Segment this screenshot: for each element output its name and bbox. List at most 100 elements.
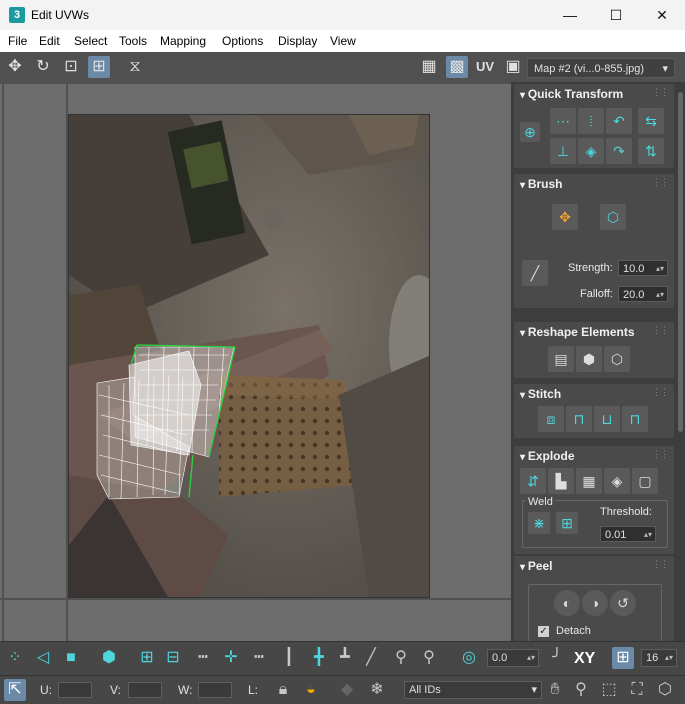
uv-axis-button[interactable]: UV [474,56,496,78]
scrollbar-thumb[interactable] [678,92,683,432]
rotate-icon[interactable]: ↻ [32,56,54,78]
panel-scrollbar[interactable] [677,82,685,641]
align-center-icon[interactable]: ⊕ [520,122,540,142]
falloff-type-icon[interactable]: ╯ [546,647,568,669]
weld-target-icon[interactable]: ⊞ [556,512,578,534]
align-grid-icon[interactable]: ◈ [578,138,604,164]
show-map-icon[interactable]: ▩ [446,56,468,78]
stitch-to-source-icon[interactable]: ⊓ [622,406,648,432]
minimize-button[interactable]: — [547,0,593,30]
pan-hand-icon[interactable]: ✋︎ [544,679,566,701]
weld-selected-icon[interactable]: ⋇ [528,512,550,534]
drag-handle-icon[interactable]: ⋮⋮ [652,177,669,188]
flatten-by-polygon-icon[interactable]: ▦ [576,468,602,494]
lock-icon[interactable]: 🔒︎ [272,679,294,701]
paint-shrink-icon[interactable]: ⚲ [418,647,440,669]
flatten-by-material-icon[interactable]: ▢ [632,468,658,494]
freeze-icon[interactable]: ❄ [366,679,388,701]
brush-title[interactable]: Brush [520,177,563,191]
peel-title[interactable]: Peel [520,559,553,573]
freeform-icon[interactable]: ⊞ [88,56,110,78]
zoom-extents-icon[interactable]: ⛶ [626,679,648,701]
spinner-arrows-icon[interactable]: ▴▾ [665,650,673,666]
id-filter-dropdown[interactable]: All IDs ▾ [404,681,542,699]
break-icon[interactable]: ⇵ [520,468,546,494]
ring-grow-icon[interactable]: ╋ [308,647,330,669]
align-vertical-icon[interactable]: ⦙ [578,108,604,134]
hide-icon[interactable]: ◒ [300,679,322,701]
menu-view[interactable]: View [330,34,356,48]
scale-icon[interactable]: ⊡ [60,56,82,78]
grow-selection-icon[interactable]: ⊞ [136,647,158,669]
ring-shrink-icon[interactable]: ┻ [334,647,356,669]
zoom-region-icon[interactable]: ⬚ [598,679,620,701]
zoom-icon[interactable]: ⚲ [570,679,592,701]
loop-grow-icon[interactable]: ✛ [220,647,242,669]
relax-brush-icon[interactable]: ⬡ [600,204,626,230]
map-settings-icon[interactable]: ▣ [502,56,524,78]
falloff-curve-icon[interactable]: ╱ [522,260,548,286]
xy-axis-button[interactable]: XY [574,650,595,668]
menu-tools[interactable]: Tools [119,34,147,48]
menu-file[interactable]: File [8,34,27,48]
reset-peel-icon[interactable]: ↺ [610,590,636,616]
paint-grow-icon[interactable]: ⚲ [390,647,412,669]
w-field[interactable] [198,682,232,698]
face-select-icon[interactable]: ■ [60,647,82,669]
drag-handle-icon[interactable]: ⋮⋮ [652,559,669,570]
stitch-to-target-icon[interactable]: ⊓ [566,406,592,432]
spinner-arrows-icon[interactable]: ▴▾ [656,261,664,277]
map-select-dropdown[interactable]: Map #2 (vi...0-855.jpg) ▾ [527,58,675,78]
zoom-selected-icon[interactable]: ⬡ [654,679,676,701]
spinner-arrows-icon[interactable]: ▴▾ [527,650,535,666]
drag-handle-icon[interactable]: ⋮⋮ [652,87,669,98]
loop-select-icon[interactable]: ┅ [192,647,214,669]
mirror-icon[interactable]: ⧖ [124,56,146,78]
spinner-arrows-icon[interactable]: ▴▾ [656,287,664,303]
menu-mapping[interactable]: Mapping [160,34,206,48]
checker-pattern-icon[interactable]: ▦ [418,56,440,78]
falloff-spinner[interactable]: 20.0 ▴▾ [618,286,668,302]
align-horizontal-icon[interactable]: ⋯ [550,108,576,134]
show-icon[interactable]: ◆ [336,679,358,701]
paint-move-icon[interactable]: ✥ [552,204,578,230]
spinner-arrows-icon[interactable]: ▴▾ [644,527,652,543]
soft-selection-icon[interactable]: ◎ [458,647,480,669]
grid-snap-icon[interactable]: ⊞ [612,647,634,669]
flatten-by-smoothing-icon[interactable]: ◈ [604,468,630,494]
relax-settings-icon[interactable]: ⬡ [604,346,630,372]
menu-display[interactable]: Display [278,34,317,48]
detach-checkbox[interactable]: ✓ [538,626,549,637]
maximize-button[interactable]: ☐ [593,0,639,30]
element-select-icon[interactable]: ⬢ [98,647,120,669]
edge-select-icon[interactable]: ◁ [32,647,54,669]
stitch-average-icon[interactable]: ⊔ [594,406,620,432]
threshold-spinner[interactable]: 0.01 ▴▾ [600,526,656,542]
space-vertical-icon[interactable]: ⇅ [638,138,664,164]
rotate-ccw-icon[interactable]: ↶ [606,108,632,134]
paint-select-icon[interactable]: ╱ [360,647,382,669]
loop-shrink-icon[interactable]: ┅ [248,647,270,669]
u-field[interactable] [58,682,92,698]
drag-handle-icon[interactable]: ⋮⋮ [652,449,669,460]
stitch-title[interactable]: Stitch [520,387,561,401]
shrink-selection-icon[interactable]: ⊟ [162,647,184,669]
detach-edge-icon[interactable]: ▙ [548,468,574,494]
menu-select[interactable]: Select [74,34,107,48]
drag-handle-icon[interactable]: ⋮⋮ [652,325,669,336]
rotate-cw-icon[interactable]: ↷ [606,138,632,164]
reshape-elements-title[interactable]: Reshape Elements [520,325,635,339]
strength-spinner[interactable]: 10.0 ▴▾ [618,260,668,276]
absolute-mode-icon[interactable]: ⇱ [4,679,26,701]
align-to-edge-icon[interactable]: ⊥ [550,138,576,164]
v-field[interactable] [128,682,162,698]
stitch-custom-icon[interactable]: ⧈ [538,406,564,432]
quick-transform-title[interactable]: Quick Transform [520,87,623,101]
menu-options[interactable]: Options [222,34,263,48]
grid-size-spinner[interactable]: 16 ▴▾ [641,649,677,667]
menu-edit[interactable]: Edit [39,34,60,48]
peel-mode-icon[interactable]: ◑ [582,590,608,616]
angle-spinner[interactable]: 0.0 ▴▾ [487,649,539,667]
ring-select-icon[interactable]: ┃ [278,647,300,669]
explode-title[interactable]: Explode [520,449,575,463]
